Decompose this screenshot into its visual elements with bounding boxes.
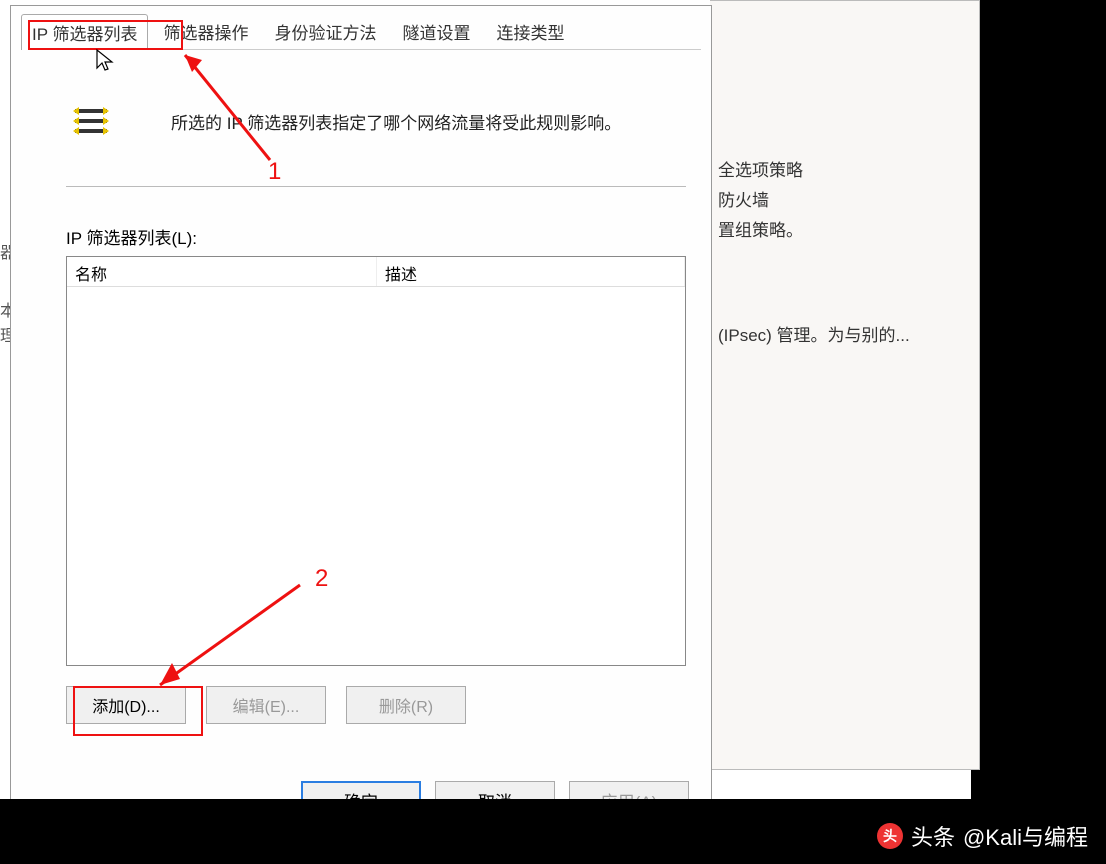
annotation-number-1: 1	[268, 158, 281, 186]
list-header: 名称 描述	[67, 257, 685, 287]
watermark-prefix: 头条	[911, 820, 955, 852]
watermark-logo-icon: 头	[877, 823, 903, 849]
divider	[66, 186, 686, 187]
ip-filter-listview[interactable]: 名称 描述	[66, 256, 686, 666]
bg-text: 防火墙	[718, 186, 769, 211]
add-button[interactable]: 添加(D)...	[66, 686, 186, 724]
tab-bar: IP 筛选器列表 筛选器操作 身份验证方法 隧道设置 连接类型	[21, 16, 701, 50]
list-column-name[interactable]: 名称	[67, 257, 377, 286]
list-column-desc[interactable]: 描述	[377, 257, 685, 286]
bg-text: 置组策略。	[718, 216, 803, 241]
list-button-row: 添加(D)... 编辑(E)... 删除(R)	[66, 686, 466, 724]
info-row: 所选的 IP 筛选器列表指定了哪个网络流量将受此规则影响。	[71, 101, 621, 141]
remove-button: 删除(R)	[346, 686, 466, 724]
bg-text: 全选项策略	[718, 156, 803, 181]
watermark-handle: @Kali与编程	[963, 820, 1088, 852]
tab-ip-filter-list[interactable]: IP 筛选器列表	[21, 14, 148, 50]
edit-button: 编辑(E)...	[206, 686, 326, 724]
ip-filter-rule-properties-dialog: IP 筛选器列表 筛选器操作 身份验证方法 隧道设置 连接类型	[10, 5, 712, 825]
tab-auth-methods[interactable]: 身份验证方法	[263, 13, 387, 49]
tab-connection-type[interactable]: 连接类型	[485, 13, 575, 49]
watermark: 头 头条 @Kali与编程	[877, 820, 1088, 852]
tab-filter-action[interactable]: 筛选器操作	[152, 13, 259, 49]
annotation-number-2: 2	[315, 565, 328, 593]
bg-text: (IPsec) 管理。为与别的...	[718, 321, 910, 346]
tab-tunnel-settings[interactable]: 隧道设置	[391, 13, 481, 49]
info-text: 所选的 IP 筛选器列表指定了哪个网络流量将受此规则影响。	[171, 109, 621, 134]
filter-list-icon	[71, 101, 111, 141]
background-panel: 全选项策略 防火墙 置组策略。 (IPsec) 管理。为与别的...	[710, 0, 980, 770]
list-label: IP 筛选器列表(L):	[66, 224, 197, 249]
